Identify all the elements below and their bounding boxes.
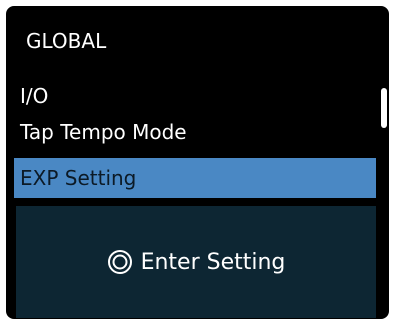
scrollbar-thumb[interactable] [381,88,387,128]
enter-setting-label: Enter Setting [140,249,286,275]
detail-panel: Enter Setting [16,206,376,318]
screen-title: GLOBAL [26,29,107,53]
device-screen: GLOBAL I/O Tap Tempo Mode EXP Setting En… [6,6,389,319]
knob-press-icon [107,249,133,275]
menu-item-label: EXP Setting [20,166,137,190]
menu-item-label: Tap Tempo Mode [20,120,187,144]
menu-item-io[interactable]: I/O [6,76,376,116]
menu-item-exp-setting[interactable]: EXP Setting [14,158,376,198]
enter-setting-button[interactable]: Enter Setting [16,206,376,318]
menu-item-label: I/O [20,84,49,108]
menu-item-tap-tempo-mode[interactable]: Tap Tempo Mode [6,112,376,152]
